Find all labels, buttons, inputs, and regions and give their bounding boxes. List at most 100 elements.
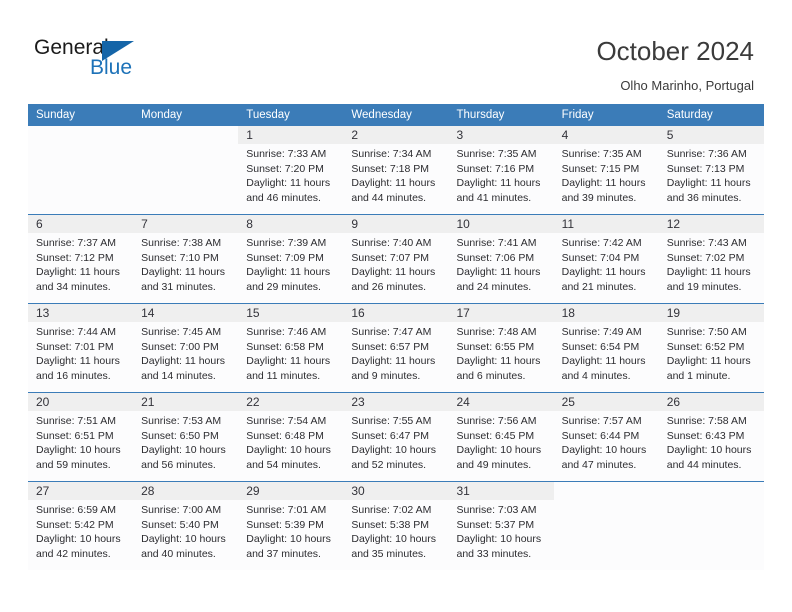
general-blue-logo[interactable]: General Blue — [34, 36, 234, 88]
day-cell[interactable]: Sunrise: 7:03 AM Sunset: 5:37 PM Dayligh… — [449, 500, 554, 570]
day-number: 14 — [141, 306, 155, 320]
daylight-text-line2: and 59 minutes. — [36, 458, 111, 471]
day-cell[interactable]: Sunrise: 7:38 AM Sunset: 7:10 PM Dayligh… — [133, 233, 238, 303]
day-cell[interactable]: Sunrise: 7:40 AM Sunset: 7:07 PM Dayligh… — [343, 233, 448, 303]
daylight-text-line1: Daylight: 11 hours — [666, 355, 751, 368]
day-number — [658, 482, 764, 500]
daylight-text-line2: and 42 minutes. — [36, 547, 111, 560]
weekday-header-thursday: Thursday — [456, 109, 505, 121]
daylight-text-line1: Daylight: 11 hours — [351, 355, 436, 368]
day-cell[interactable] — [554, 500, 659, 570]
sunrise-text: Sunrise: 7:58 AM — [666, 415, 747, 427]
day-detail-row: Sunrise: 7:33 AM Sunset: 7:20 PM Dayligh… — [28, 144, 764, 214]
daylight-text-line2: and 49 minutes. — [456, 458, 532, 471]
day-cell[interactable]: Sunrise: 7:33 AM Sunset: 7:20 PM Dayligh… — [238, 144, 343, 214]
date-number-band: 27 28 29 30 31 — [28, 482, 764, 500]
day-cell[interactable]: Sunrise: 7:01 AM Sunset: 5:39 PM Dayligh… — [238, 500, 343, 570]
day-cell[interactable] — [659, 500, 764, 570]
day-cell[interactable]: Sunrise: 7:41 AM Sunset: 7:06 PM Dayligh… — [449, 233, 554, 303]
day-number: 15 — [246, 306, 260, 320]
day-cell[interactable]: Sunrise: 7:58 AM Sunset: 6:43 PM Dayligh… — [659, 411, 764, 481]
day-cell[interactable] — [28, 144, 133, 214]
day-cell[interactable]: Sunrise: 7:55 AM Sunset: 6:47 PM Dayligh… — [343, 411, 448, 481]
day-number — [553, 482, 659, 500]
sunrise-text: Sunrise: 7:49 AM — [561, 326, 642, 338]
sunrise-text: Sunrise: 7:37 AM — [36, 237, 116, 249]
day-number — [133, 126, 239, 144]
day-cell[interactable]: Sunrise: 7:47 AM Sunset: 6:57 PM Dayligh… — [343, 322, 448, 392]
sunrise-text: Sunrise: 7:54 AM — [246, 415, 327, 427]
day-cell[interactable]: Sunrise: 6:59 AM Sunset: 5:42 PM Dayligh… — [28, 500, 133, 570]
location-subtitle: Olho Marinho, Portugal — [620, 78, 754, 93]
daylight-text-line1: Daylight: 10 hours — [456, 444, 542, 457]
day-cell[interactable]: Sunrise: 7:42 AM Sunset: 7:04 PM Dayligh… — [554, 233, 659, 303]
sunset-text: Sunset: 7:00 PM — [141, 340, 219, 353]
daylight-text-line1: Daylight: 10 hours — [561, 444, 647, 457]
day-number: 23 — [351, 395, 365, 409]
day-cell[interactable]: Sunrise: 7:35 AM Sunset: 7:15 PM Dayligh… — [554, 144, 659, 214]
daylight-text-line1: Daylight: 11 hours — [246, 266, 331, 279]
day-cell[interactable]: Sunrise: 7:53 AM Sunset: 6:50 PM Dayligh… — [133, 411, 238, 481]
daylight-text-line2: and 52 minutes. — [351, 458, 427, 471]
day-number: 5 — [666, 128, 674, 142]
sunset-text: Sunset: 7:04 PM — [561, 251, 640, 264]
day-number: 18 — [561, 306, 575, 320]
sunset-text: Sunset: 6:48 PM — [246, 429, 324, 442]
day-detail-row: Sunrise: 7:37 AM Sunset: 7:12 PM Dayligh… — [28, 233, 764, 303]
day-cell[interactable]: Sunrise: 7:35 AM Sunset: 7:16 PM Dayligh… — [449, 144, 554, 214]
sunrise-text: Sunrise: 7:48 AM — [456, 326, 537, 338]
calendar-week-row: 20 21 22 23 24 25 26 Sunrise: 7:51 AM Su… — [28, 392, 764, 481]
day-cell[interactable]: Sunrise: 7:54 AM Sunset: 6:48 PM Dayligh… — [238, 411, 343, 481]
daylight-text-line1: Daylight: 11 hours — [36, 266, 120, 279]
sunrise-text: Sunrise: 7:56 AM — [456, 415, 537, 427]
day-cell[interactable] — [133, 144, 238, 214]
daylight-text-line2: and 29 minutes. — [246, 280, 321, 293]
day-number — [28, 126, 134, 144]
day-cell[interactable]: Sunrise: 7:02 AM Sunset: 5:38 PM Dayligh… — [343, 500, 448, 570]
sunset-text: Sunset: 7:12 PM — [36, 251, 114, 264]
day-cell[interactable]: Sunrise: 7:43 AM Sunset: 7:02 PM Dayligh… — [659, 233, 764, 303]
daylight-text-line1: Daylight: 10 hours — [246, 444, 331, 457]
day-cell[interactable]: Sunrise: 7:49 AM Sunset: 6:54 PM Dayligh… — [554, 322, 659, 392]
day-cell[interactable]: Sunrise: 7:00 AM Sunset: 5:40 PM Dayligh… — [133, 500, 238, 570]
day-cell[interactable]: Sunrise: 7:46 AM Sunset: 6:58 PM Dayligh… — [238, 322, 343, 392]
day-number: 29 — [246, 484, 260, 498]
day-cell[interactable]: Sunrise: 7:57 AM Sunset: 6:44 PM Dayligh… — [554, 411, 659, 481]
weekday-header-sunday: Sunday — [36, 109, 76, 121]
day-cell[interactable]: Sunrise: 7:56 AM Sunset: 6:45 PM Dayligh… — [449, 411, 554, 481]
daylight-text-line1: Daylight: 10 hours — [351, 533, 437, 546]
daylight-text-line2: and 33 minutes. — [456, 547, 532, 560]
page-header: General Blue October 2024 Olho Marinho, … — [0, 0, 792, 104]
sunrise-text: Sunrise: 7:39 AM — [246, 237, 327, 249]
sunset-text: Sunset: 7:07 PM — [351, 251, 430, 264]
day-cell[interactable]: Sunrise: 7:39 AM Sunset: 7:09 PM Dayligh… — [238, 233, 343, 303]
daylight-text-line1: Daylight: 11 hours — [141, 355, 225, 368]
day-cell[interactable]: Sunrise: 7:36 AM Sunset: 7:13 PM Dayligh… — [659, 144, 764, 214]
day-number: 20 — [36, 395, 50, 409]
sunrise-text: Sunrise: 7:55 AM — [351, 415, 432, 427]
day-cell[interactable]: Sunrise: 7:37 AM Sunset: 7:12 PM Dayligh… — [28, 233, 133, 303]
day-cell[interactable]: Sunrise: 7:48 AM Sunset: 6:55 PM Dayligh… — [449, 322, 554, 392]
weekday-header-friday: Friday — [561, 109, 594, 121]
sunrise-text: Sunrise: 7:53 AM — [141, 415, 222, 427]
sunset-text: Sunset: 7:15 PM — [561, 162, 640, 175]
day-cell[interactable]: Sunrise: 7:51 AM Sunset: 6:51 PM Dayligh… — [28, 411, 133, 481]
daylight-text-line2: and 26 minutes. — [351, 280, 427, 293]
day-cell[interactable]: Sunrise: 7:50 AM Sunset: 6:52 PM Dayligh… — [659, 322, 764, 392]
sunset-text: Sunset: 7:10 PM — [141, 251, 219, 264]
daylight-text-line1: Daylight: 11 hours — [246, 177, 331, 190]
sunset-text: Sunset: 6:55 PM — [456, 340, 535, 353]
daylight-text-line1: Daylight: 10 hours — [141, 444, 226, 457]
day-cell[interactable]: Sunrise: 7:45 AM Sunset: 7:00 PM Dayligh… — [133, 322, 238, 392]
day-number: 22 — [246, 395, 260, 409]
sunset-text: Sunset: 7:20 PM — [246, 162, 324, 175]
sunrise-text: Sunrise: 7:01 AM — [246, 504, 327, 516]
daylight-text-line1: Daylight: 11 hours — [141, 266, 225, 279]
sunrise-text: Sunrise: 7:35 AM — [456, 148, 537, 160]
day-cell[interactable]: Sunrise: 7:34 AM Sunset: 7:18 PM Dayligh… — [343, 144, 448, 214]
day-number: 4 — [561, 128, 569, 142]
daylight-text-line1: Daylight: 10 hours — [246, 533, 331, 546]
sunrise-text: Sunrise: 7:57 AM — [561, 415, 642, 427]
day-cell[interactable]: Sunrise: 7:44 AM Sunset: 7:01 PM Dayligh… — [28, 322, 133, 392]
daylight-text-line1: Daylight: 10 hours — [666, 444, 752, 457]
